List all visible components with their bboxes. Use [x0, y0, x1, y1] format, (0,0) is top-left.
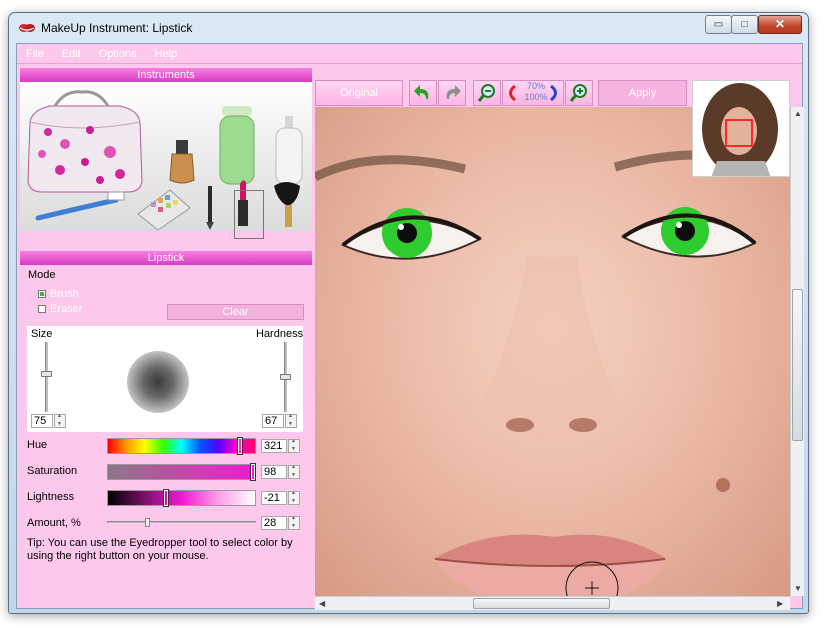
- portrait-thumbnail: [702, 83, 778, 176]
- size-label: Size: [31, 328, 53, 340]
- saturation-bar[interactable]: [107, 463, 256, 481]
- zoom-out-button[interactable]: [473, 80, 501, 106]
- hue-value-field[interactable]: 321: [261, 439, 287, 453]
- lightness-label: Lightness: [27, 491, 75, 503]
- window-title: MakeUp Instrument: Lipstick: [41, 21, 193, 35]
- eraser-label[interactable]: Eraser: [50, 303, 82, 315]
- instruments-header: Instruments: [20, 68, 312, 82]
- vertical-scrollbar[interactable]: ▲ ▼: [790, 107, 804, 596]
- lightness-spinner[interactable]: [288, 490, 300, 505]
- amount-slider-thumb[interactable]: [145, 518, 150, 527]
- scroll-right-icon[interactable]: ▶: [777, 599, 783, 608]
- app-window: MakeUp Instrument: Lipstick ▭ □ ✕ File Ed…: [8, 12, 809, 614]
- lotion-bottle-icon[interactable]: [275, 116, 303, 185]
- hardness-label: Hardness: [256, 328, 304, 340]
- size-value-field[interactable]: 75: [31, 414, 53, 428]
- hue-spinner[interactable]: [288, 438, 300, 453]
- eyeliner-icon[interactable]: [206, 186, 214, 230]
- amount-slider-track[interactable]: [107, 518, 256, 527]
- left-eye: [340, 208, 483, 260]
- lightness-bar-thumb[interactable]: [163, 489, 169, 507]
- menu-file[interactable]: File: [17, 44, 53, 60]
- menu-bar: File Edit Options Help: [17, 44, 802, 64]
- selected-instrument-frame: [234, 190, 264, 239]
- zoom-level-top: 70%: [526, 81, 545, 91]
- eyeshadow-palette-icon[interactable]: [137, 189, 191, 231]
- instruments-illustration: [27, 90, 303, 231]
- zoom-level-bottom: 100%: [524, 92, 548, 102]
- amount-value-field[interactable]: 28: [261, 516, 287, 530]
- size-slider-thumb[interactable]: [41, 371, 52, 377]
- vertical-scroll-thumb[interactable]: [792, 289, 803, 441]
- toothbrush-icon[interactable]: [35, 191, 125, 221]
- lipstick-header: Lipstick: [20, 251, 312, 265]
- menu-edit[interactable]: Edit: [53, 44, 90, 60]
- nose: [483, 257, 617, 441]
- eraser-checkbox[interactable]: [38, 305, 46, 313]
- powder-brush-icon[interactable]: [274, 182, 300, 227]
- scroll-left-icon[interactable]: ◀: [319, 599, 325, 608]
- horizontal-scroll-thumb[interactable]: [473, 598, 610, 609]
- makeup-bag-icon[interactable]: [27, 90, 143, 193]
- title-bar[interactable]: MakeUp Instrument: Lipstick ▭ □ ✕: [9, 13, 808, 43]
- brush-preview: [127, 351, 189, 413]
- original-button[interactable]: Original: [315, 80, 403, 106]
- cream-tube-icon[interactable]: [219, 106, 255, 185]
- app-logo-icon: [19, 24, 35, 32]
- undo-icon: [414, 85, 429, 99]
- horizontal-scrollbar[interactable]: ◀ ▶: [315, 596, 790, 610]
- clear-button[interactable]: Clear: [167, 304, 304, 320]
- zoom-in-icon: [569, 84, 587, 102]
- brush-checkbox[interactable]: [38, 290, 46, 298]
- minimize-button[interactable]: ▭: [705, 15, 732, 34]
- apply-button[interactable]: Apply: [598, 80, 687, 106]
- foundation-bottle-icon[interactable]: [169, 140, 195, 184]
- menu-options[interactable]: Options: [90, 44, 146, 60]
- instruments-palette: [20, 82, 312, 239]
- lips: [433, 534, 667, 596]
- maximize-icon: □: [741, 19, 748, 30]
- scroll-down-icon[interactable]: ▼: [794, 584, 802, 593]
- hardness-value-field[interactable]: 67: [262, 414, 284, 428]
- hardness-slider-thumb[interactable]: [280, 374, 291, 380]
- close-icon: ✕: [774, 17, 786, 31]
- zoom-in-button[interactable]: [565, 80, 593, 106]
- maximize-button[interactable]: □: [731, 15, 758, 34]
- brush-label[interactable]: Brush: [50, 288, 79, 300]
- face-photo: [315, 150, 790, 596]
- saturation-spinner[interactable]: [288, 464, 300, 479]
- menu-help[interactable]: Help: [146, 44, 187, 60]
- undo-button[interactable]: [409, 80, 437, 106]
- redo-button[interactable]: [438, 80, 466, 106]
- hue-bar[interactable]: [107, 437, 256, 455]
- client-area: File Edit Options Help Instruments Lipst…: [16, 43, 804, 610]
- navigator-thumbnail[interactable]: [692, 80, 790, 177]
- right-eye: [620, 207, 757, 258]
- redo-icon: [446, 85, 461, 99]
- hardness-spinner[interactable]: [285, 413, 297, 428]
- photo-canvas[interactable]: [315, 107, 790, 596]
- hue-label: Hue: [27, 439, 48, 451]
- saturation-bar-thumb[interactable]: [250, 463, 256, 481]
- mode-label: Mode: [28, 269, 56, 281]
- close-button[interactable]: ✕: [758, 15, 802, 34]
- amount-spinner[interactable]: [288, 515, 300, 530]
- lightness-bar[interactable]: [107, 489, 256, 507]
- hue-bar-thumb[interactable]: [237, 437, 243, 455]
- amount-label: Amount, %: [27, 517, 81, 529]
- lightness-value-field[interactable]: -21: [261, 491, 287, 505]
- saturation-label: Saturation: [27, 465, 78, 477]
- size-spinner[interactable]: [54, 413, 66, 428]
- saturation-value-field[interactable]: 98: [261, 465, 287, 479]
- mole: [716, 478, 730, 492]
- zoom-level-label: 70% 100%: [523, 81, 549, 103]
- zoom-out-icon: [477, 84, 495, 102]
- size-slider-track[interactable]: [45, 342, 48, 412]
- minimize-icon: ▭: [713, 19, 724, 30]
- tip-text: Tip: You can use the Eyedropper tool to …: [27, 537, 293, 562]
- scroll-up-icon[interactable]: ▲: [794, 109, 802, 118]
